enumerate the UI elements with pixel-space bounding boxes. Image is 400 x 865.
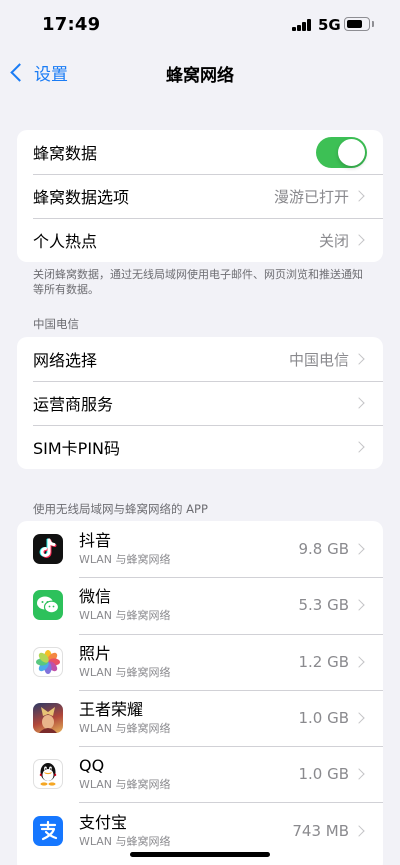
cellular-data-options-label: 蜂窝数据选项 bbox=[33, 188, 130, 207]
app-data-usage: 1.0 GB bbox=[298, 709, 349, 728]
carrier-section-header: 中国电信 bbox=[33, 317, 79, 331]
battery-icon bbox=[344, 17, 370, 31]
app-row-douyin[interactable]: 抖音 WLAN 与蜂窝网络 9.8 GB bbox=[17, 521, 383, 577]
app-row-honor-of-kings[interactable]: 王者荣耀 WLAN 与蜂窝网络 1.0 GB bbox=[17, 689, 383, 746]
app-network-mode: WLAN 与蜂窝网络 bbox=[79, 778, 171, 792]
navigation-bar: 设置 蜂窝网络 bbox=[0, 52, 400, 92]
cellular-data-row: 蜂窝数据 bbox=[17, 130, 383, 174]
chevron-right-icon bbox=[353, 712, 365, 724]
app-name: QQ bbox=[79, 756, 105, 776]
app-network-mode: WLAN 与蜂窝网络 bbox=[79, 665, 171, 679]
network-type: 5G bbox=[318, 16, 341, 34]
app-network-mode: WLAN 与蜂窝网络 bbox=[79, 722, 171, 736]
personal-hotspot-value: 关闭 bbox=[318, 231, 349, 250]
alipay-icon bbox=[33, 815, 63, 846]
sim-pin-label: SIM卡PIN码 bbox=[33, 439, 121, 458]
carrier-group: 网络选择 中国电信 运营商服务 SIM卡PIN码 bbox=[17, 337, 383, 469]
app-name: 王者荣耀 bbox=[79, 700, 144, 720]
chevron-right-icon bbox=[353, 397, 365, 409]
personal-hotspot-row[interactable]: 个人热点 关闭 bbox=[17, 218, 383, 262]
cellular-data-options-value: 漫游已打开 bbox=[273, 187, 349, 206]
app-network-mode: WLAN 与蜂窝网络 bbox=[79, 553, 171, 567]
chevron-right-icon bbox=[353, 656, 365, 668]
chevron-right-icon bbox=[353, 543, 365, 555]
app-data-usage: 743 MB bbox=[292, 821, 349, 840]
network-selection-row[interactable]: 网络选择 中国电信 bbox=[17, 337, 383, 381]
cellular-data-label: 蜂窝数据 bbox=[33, 144, 98, 163]
app-network-mode: WLAN 与蜂窝网络 bbox=[79, 609, 171, 623]
chevron-right-icon bbox=[353, 824, 365, 837]
app-row-alipay[interactable]: 支付宝 WLAN 与蜂窝网络 743 MB bbox=[17, 802, 383, 858]
chevron-right-icon bbox=[353, 599, 365, 612]
honor-of-kings-icon bbox=[33, 703, 63, 734]
app-network-mode: WLAN 与蜂窝网络 bbox=[79, 834, 171, 848]
apps-group: 抖音 WLAN 与蜂窝网络 9.8 GB 微信 WLAN 与蜂窝网络 5.3 G… bbox=[17, 521, 383, 865]
qq-icon bbox=[33, 759, 63, 790]
app-name: 抖音 bbox=[79, 531, 112, 551]
cellular-group: 蜂窝数据 蜂窝数据选项 漫游已打开 个人热点 关闭 bbox=[17, 130, 383, 262]
sim-pin-row[interactable]: SIM卡PIN码 bbox=[17, 425, 383, 469]
cellular-data-toggle[interactable] bbox=[316, 136, 367, 168]
signal-icon bbox=[292, 19, 312, 31]
carrier-services-row[interactable]: 运营商服务 bbox=[17, 381, 383, 425]
app-name: 微信 bbox=[79, 587, 112, 607]
chevron-right-icon bbox=[353, 353, 365, 365]
app-data-usage: 5.3 GB bbox=[298, 596, 349, 615]
app-row-photos[interactable]: 照片 WLAN 与蜂窝网络 1.2 GB bbox=[17, 633, 383, 690]
cellular-data-options-row[interactable]: 蜂窝数据选项 漫游已打开 bbox=[17, 174, 383, 218]
chevron-right-icon bbox=[353, 190, 365, 202]
home-indicator[interactable] bbox=[130, 852, 270, 857]
cellular-footnote: 关闭蜂窝数据，通过无线局域网使用电子邮件、网页浏览和推送通知等所有数据。 bbox=[33, 268, 363, 296]
photos-icon bbox=[33, 646, 63, 677]
app-row-wechat[interactable]: 微信 WLAN 与蜂窝网络 5.3 GB bbox=[17, 577, 383, 633]
app-data-usage: 9.8 GB bbox=[298, 540, 349, 559]
wechat-icon bbox=[33, 590, 63, 621]
page-title: 蜂窝网络 bbox=[166, 66, 234, 86]
network-selection-label: 网络选择 bbox=[33, 351, 98, 370]
chevron-right-icon bbox=[353, 441, 365, 453]
status-time: 17:49 bbox=[42, 14, 101, 35]
status-bar: 17:49 5G bbox=[0, 0, 400, 52]
douyin-icon bbox=[33, 534, 63, 565]
app-row-qq[interactable]: QQ WLAN 与蜂窝网络 1.0 GB bbox=[17, 746, 383, 802]
app-data-usage: 1.0 GB bbox=[298, 765, 349, 784]
app-name: 照片 bbox=[79, 643, 112, 663]
battery-cap bbox=[372, 21, 374, 27]
chevron-right-icon bbox=[353, 234, 365, 246]
network-selection-value: 中国电信 bbox=[288, 350, 349, 369]
app-data-usage: 1.2 GB bbox=[298, 652, 349, 671]
app-name: 支付宝 bbox=[79, 812, 128, 832]
apps-section-header: 使用无线局域网与蜂窝网络的 APP bbox=[33, 502, 208, 516]
personal-hotspot-label: 个人热点 bbox=[33, 232, 98, 251]
carrier-services-label: 运营商服务 bbox=[33, 395, 114, 414]
toggle-knob bbox=[338, 138, 365, 166]
chevron-right-icon bbox=[353, 768, 365, 780]
